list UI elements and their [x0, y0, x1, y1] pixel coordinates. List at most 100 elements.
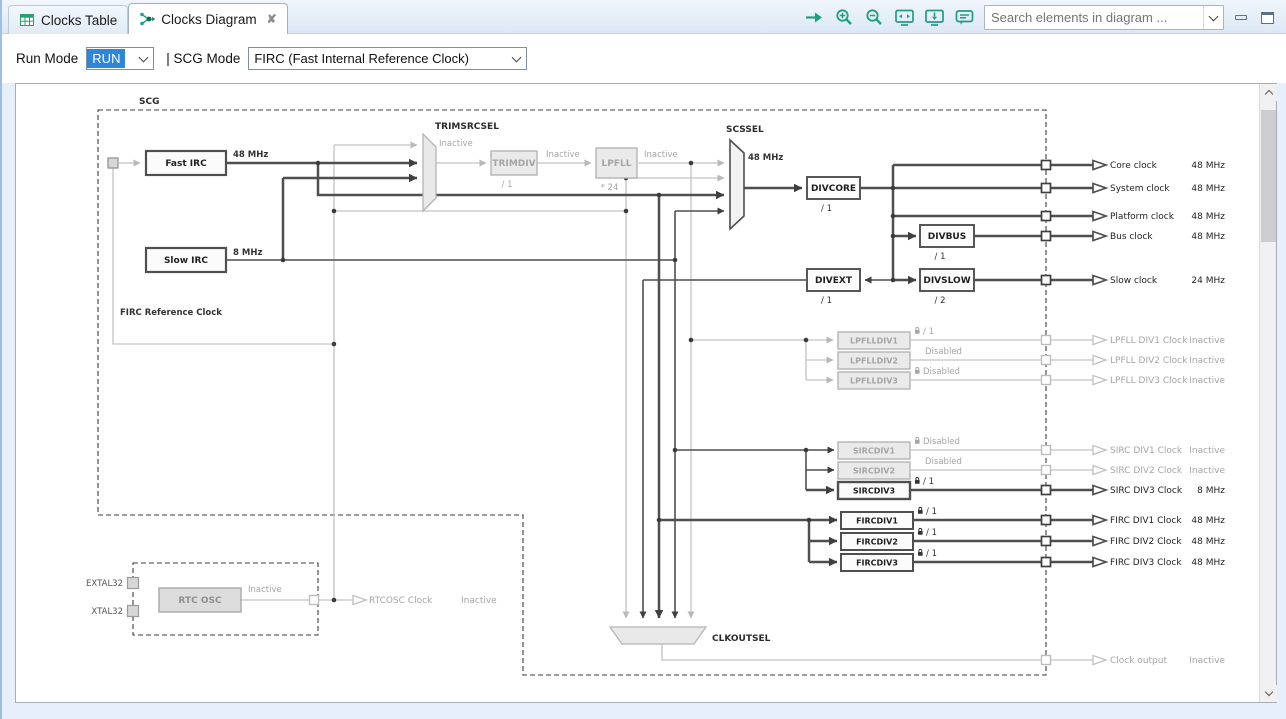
fit-to-window-icon[interactable] [894, 8, 915, 27]
block-lpflldiv1[interactable]: LPFLLDIV1 [838, 332, 910, 349]
block-label: LPFLLDIV1 [850, 337, 898, 346]
clock-output-firc-div3-clock[interactable]: FIRC DIV3 Clock48 MHz [1093, 558, 1225, 569]
search-input[interactable] [985, 10, 1203, 25]
scroll-up-icon[interactable] [1260, 84, 1277, 101]
clock-output-label: SIRC DIV1 Clock [1110, 446, 1183, 456]
show-labels-icon[interactable] [954, 8, 975, 27]
block-sircdiv1[interactable]: SIRCDIV1 [838, 442, 910, 459]
block-fircdiv3[interactable]: FIRCDIV3 [841, 554, 913, 571]
clock-output-label: FIRC DIV1 Clock [1110, 516, 1182, 526]
block-divcore[interactable]: DIVCORE/ 1 [807, 177, 860, 214]
mux-clkoutsel[interactable]: CLKOUTSEL [610, 627, 771, 644]
junction-dot [332, 598, 337, 603]
clock-output-value: 48 MHz [1191, 232, 1225, 242]
block-label: Fast IRC [165, 159, 207, 169]
clock-output-slow-clock[interactable]: Slow clock24 MHz [1093, 276, 1225, 287]
scrollbar-thumb[interactable] [1261, 110, 1276, 242]
clocks-diagram-canvas[interactable]: SCGFast IRCSlow IRCTRIMDIV/ 1LPFLL* 24DI… [16, 84, 1259, 702]
block-divbus[interactable]: DIVBUS/ 1 [920, 225, 974, 262]
block-label: Slow IRC [164, 256, 208, 266]
mux-label: SCSSEL [726, 125, 764, 135]
boundary-pad [1042, 516, 1051, 525]
clock-output-platform-clock[interactable]: Platform clock48 MHz [1093, 212, 1225, 223]
clock-output-value: Inactive [1189, 336, 1225, 346]
divider-value: / 1 [821, 204, 832, 214]
block-divext[interactable]: DIVEXT/ 1 [807, 269, 860, 306]
scroll-down-icon[interactable] [1260, 685, 1277, 702]
clock-output-lpfll-div1-clock[interactable]: LPFLL DIV1 ClockInactive [1093, 336, 1225, 347]
block-slow-irc[interactable]: Slow IRC [146, 248, 226, 272]
clock-output-label: Clock output [1110, 656, 1167, 666]
boundary-pad [1042, 486, 1051, 495]
block-fast-irc[interactable]: Fast IRC [146, 151, 226, 175]
go-into-icon[interactable] [804, 8, 825, 27]
clock-output-system-clock[interactable]: System clock48 MHz [1093, 184, 1225, 195]
lock-icon [918, 507, 923, 513]
block-trimdiv[interactable]: TRIMDIV/ 1 [491, 151, 537, 190]
tab-clocks-diagram[interactable]: Clocks Diagram ✘ [128, 3, 287, 34]
clock-output-firc-div1-clock[interactable]: FIRC DIV1 Clock 48 MHz [1093, 516, 1225, 527]
block-sircdiv2[interactable]: SIRCDIV2 [838, 462, 910, 479]
block-rtc-osc[interactable]: RTC OSC [159, 588, 241, 612]
clock-output-firc-div2-clock[interactable]: FIRC DIV2 Clock48 MHz [1093, 537, 1225, 548]
clock-output-rtcosc-clock[interactable]: RTCOSC ClockInactive [353, 596, 497, 607]
clocks-diagram-panel: SCGFast IRCSlow IRCTRIMDIV/ 1LPFLL* 24DI… [15, 83, 1277, 703]
block-lpflldiv3[interactable]: LPFLLDIV3 [838, 372, 910, 389]
clock-output-label: Core clock [1110, 161, 1158, 171]
vertical-scrollbar[interactable] [1259, 84, 1276, 702]
boundary-pad [108, 158, 118, 168]
pin-xtal32[interactable]: XTAL32 [91, 606, 138, 618]
clock-output-sirc-div1-clock[interactable]: SIRC DIV1 ClockInactive [1093, 446, 1225, 457]
annotation: / 1 [926, 507, 937, 517]
mux-scssel[interactable]: SCSSEL [726, 125, 764, 229]
boundary-pad [1042, 656, 1051, 665]
annotation: Disabled [925, 347, 962, 357]
divider-value: / 1 [935, 252, 946, 262]
search-dropdown-icon[interactable] [1203, 6, 1223, 29]
block-label: SIRCDIV2 [853, 467, 895, 476]
tab-clocks-table[interactable]: Clocks Table [8, 5, 128, 34]
clock-output-lpfll-div2-clock[interactable]: LPFLL DIV2 ClockInactive [1093, 356, 1225, 367]
maximize-view-icon[interactable] [1259, 11, 1276, 25]
junction-dot [689, 338, 694, 343]
pin-extal32[interactable]: EXTAL32 [86, 578, 138, 590]
clock-output-value: 24 MHz [1191, 276, 1225, 286]
block-lpfll[interactable]: LPFLL* 24 [596, 148, 637, 193]
clock-output-clock-output[interactable]: Clock outputInactive [1093, 656, 1225, 667]
clock-output-core-clock[interactable]: Core clock48 MHz [1093, 161, 1225, 172]
run-mode-select[interactable]: RUN [86, 47, 154, 70]
clock-output-value: 48 MHz [1191, 516, 1225, 526]
scg-mode-select[interactable]: FIRC (Fast Internal Reference Clock) [248, 47, 527, 70]
junction-dot [804, 448, 809, 453]
close-tab-icon[interactable]: ✘ [267, 12, 277, 26]
mux-trimsrcsel[interactable]: TRIMSRCSEL [423, 122, 499, 211]
block-label: LPFLLDIV3 [850, 377, 898, 386]
block-fircdiv2[interactable]: FIRCDIV2 [841, 533, 913, 550]
diagram-search-box [984, 5, 1224, 30]
zoom-in-icon[interactable] [834, 8, 855, 27]
clock-output-lpfll-div3-clock[interactable]: LPFLL DIV3 ClockInactive [1093, 376, 1225, 387]
block-sircdiv3[interactable]: SIRCDIV3 [838, 482, 910, 499]
block-lpflldiv2[interactable]: LPFLLDIV2 [838, 352, 910, 369]
clock-output-label: SIRC DIV2 Clock [1110, 466, 1183, 476]
annotation: Disabled [923, 367, 960, 377]
junction-dot [332, 342, 337, 347]
block-label: SIRCDIV3 [853, 487, 895, 496]
clock-output-sirc-div3-clock[interactable]: SIRC DIV3 Clock8 MHz [1093, 486, 1225, 497]
clock-output-bus-clock[interactable]: Bus clock48 MHz [1093, 232, 1225, 243]
annotation: Disabled [923, 437, 960, 447]
view-tab-bar: Clocks Table Clocks Diagram ✘ [2, 0, 1286, 34]
boundary-pad [1042, 446, 1051, 455]
zoom-out-icon[interactable] [864, 8, 885, 27]
block-divslow[interactable]: DIVSLOW/ 2 [920, 269, 974, 306]
annotation: Inactive [546, 150, 580, 160]
block-fircdiv1[interactable]: FIRCDIV1 [841, 512, 913, 529]
divider-value: / 2 [935, 296, 946, 306]
center-diagram-icon[interactable] [924, 8, 945, 27]
boundary-pad [1042, 212, 1051, 221]
block-label: LPFLLDIV2 [850, 357, 898, 366]
annotation: 48 MHz [748, 153, 783, 163]
clock-output-sirc-div2-clock[interactable]: SIRC DIV2 ClockInactive [1093, 466, 1225, 477]
minimize-view-icon[interactable] [1233, 11, 1250, 25]
chevron-down-icon [507, 48, 526, 69]
